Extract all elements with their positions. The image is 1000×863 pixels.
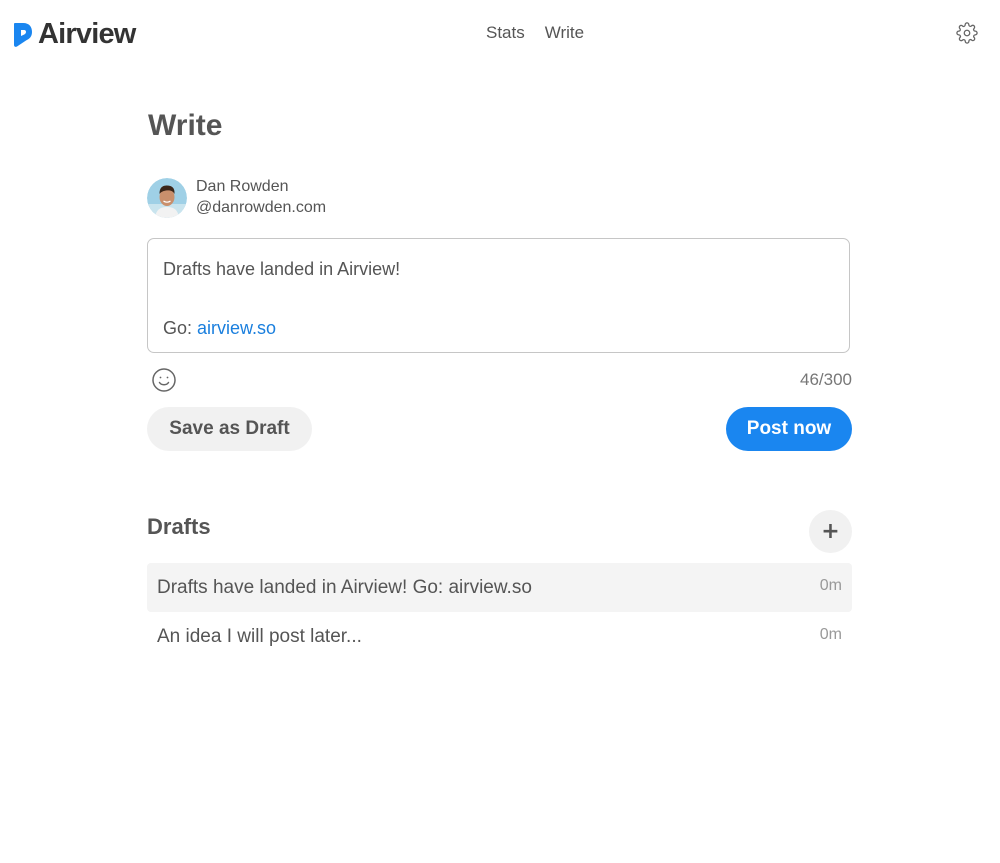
avatar: [147, 178, 187, 218]
author-text: Dan Rowden @danrowden.com: [196, 177, 326, 219]
draft-time: 0m: [819, 577, 842, 594]
draft-item[interactable]: Drafts have landed in Airview! Go: airvi…: [147, 563, 852, 612]
drafts-heading: Drafts: [147, 514, 211, 539]
nav-write[interactable]: Write: [545, 22, 584, 44]
composer-line: Go: airview.so: [163, 316, 834, 340]
draft-text: An idea I will post later...: [157, 626, 362, 647]
composer-line: Drafts have landed in Airview!: [163, 259, 401, 279]
author-handle: @danrowden.com: [196, 199, 327, 216]
add-draft-button[interactable]: +: [809, 510, 852, 553]
brand-logo[interactable]: Airview: [12, 18, 136, 50]
draft-time: 0m: [819, 626, 842, 643]
top-nav: Stats Write: [486, 22, 584, 44]
drafts-list: Drafts have landed in Airview! Go: airvi…: [147, 563, 852, 661]
author-info: Dan Rowden @danrowden.com: [147, 177, 326, 219]
save-draft-button[interactable]: Save as Draft: [147, 407, 312, 451]
smiley-icon: [152, 368, 176, 392]
character-count: 46/300: [800, 370, 852, 389]
airview-logo-icon: [14, 23, 32, 47]
draft-text: Drafts have landed in Airview! Go: airvi…: [157, 577, 532, 598]
composer-text: Go:: [163, 318, 198, 338]
post-now-button[interactable]: Post now: [726, 407, 852, 451]
author-name: Dan Rowden: [196, 178, 289, 195]
draft-item[interactable]: An idea I will post later... 0m: [147, 612, 852, 661]
composer-link[interactable]: airview.so: [197, 318, 276, 338]
page-title: Write: [148, 109, 223, 142]
plus-icon: +: [821, 518, 840, 544]
post-composer[interactable]: Drafts have landed in Airview! Go: airvi…: [147, 238, 850, 353]
nav-stats[interactable]: Stats: [486, 22, 525, 44]
settings-button[interactable]: [956, 22, 978, 44]
gear-icon: [956, 22, 978, 44]
emoji-button[interactable]: [151, 367, 177, 393]
brand-name: Airview: [38, 18, 136, 50]
